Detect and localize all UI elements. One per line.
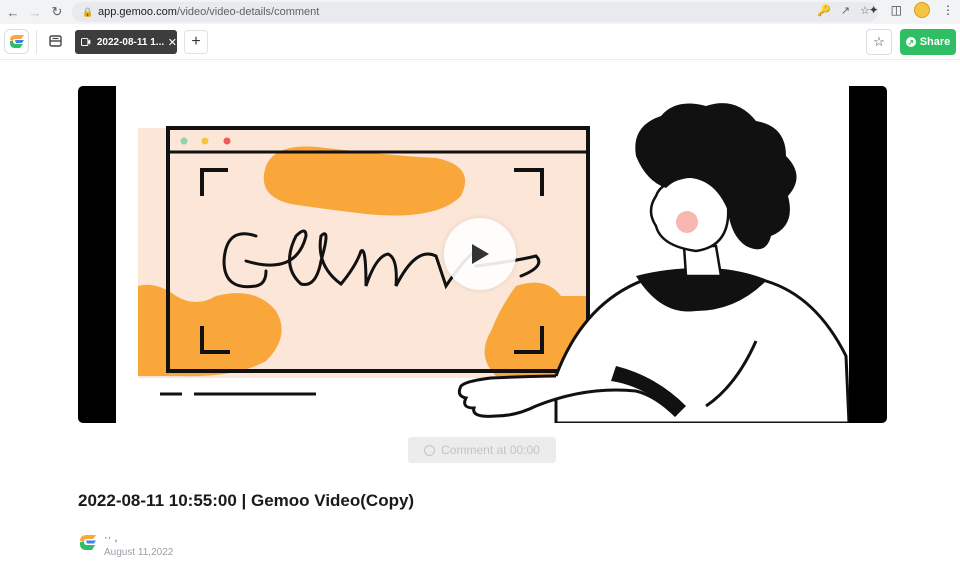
- publish-date: August 11,2022: [104, 547, 174, 558]
- share-button[interactable]: ↗ Share: [900, 29, 956, 55]
- menu-dots-icon[interactable]: ⋮: [942, 3, 954, 17]
- author-info: ·· , August 11,2022: [78, 532, 173, 558]
- star-icon: ☆: [873, 34, 885, 49]
- play-button[interactable]: [444, 218, 516, 290]
- favorite-button[interactable]: ☆: [866, 29, 892, 55]
- video-player[interactable]: [78, 86, 887, 423]
- url-host: app.gemoo.com: [98, 6, 177, 18]
- share-page-icon[interactable]: ↗: [841, 4, 850, 17]
- share-icon: ↗: [905, 37, 916, 47]
- url-path: /video/video-details/comment: [176, 6, 320, 18]
- side-panel-icon[interactable]: ◫: [891, 3, 902, 17]
- video-title: 2022-08-11 10:55:00 | Gemoo Video(Copy): [78, 491, 415, 510]
- reload-icon[interactable]: ↻: [47, 2, 67, 22]
- share-label: Share: [919, 36, 951, 48]
- app-toolbar: 2022-08-11 1... ✕ + ☆ ↗ Share: [0, 24, 960, 60]
- gemoo-logo[interactable]: [4, 29, 29, 54]
- forward-icon[interactable]: →: [25, 2, 45, 22]
- back-icon[interactable]: ←: [3, 2, 23, 22]
- author-avatar[interactable]: [78, 533, 98, 553]
- comment-button-label: Comment at 00:00: [441, 443, 540, 457]
- comment-at-time-button[interactable]: Comment at 00:00: [408, 437, 556, 463]
- comment-icon: [424, 444, 436, 456]
- video-camera-icon: [81, 38, 91, 46]
- profile-avatar[interactable]: [914, 2, 930, 18]
- close-tab-icon[interactable]: ✕: [168, 36, 177, 49]
- tab-video[interactable]: 2022-08-11 1... ✕: [75, 30, 177, 54]
- play-icon: [472, 244, 489, 264]
- toolbar-divider: [36, 30, 37, 54]
- address-bar[interactable]: 🔒 app.gemoo.com/video/video-details/comm…: [72, 2, 878, 22]
- browser-chrome: ← → ↻ 🔒 app.gemoo.com/video/video-detail…: [0, 0, 960, 24]
- inbox-icon[interactable]: [44, 30, 66, 52]
- key-icon[interactable]: 🔑: [817, 4, 831, 17]
- lock-icon: 🔒: [82, 6, 94, 17]
- author-name[interactable]: ·· ,: [104, 532, 173, 544]
- tab-label: 2022-08-11 1...: [96, 36, 164, 48]
- extensions-icon[interactable]: ✦: [869, 3, 879, 17]
- new-tab-button[interactable]: +: [184, 30, 208, 54]
